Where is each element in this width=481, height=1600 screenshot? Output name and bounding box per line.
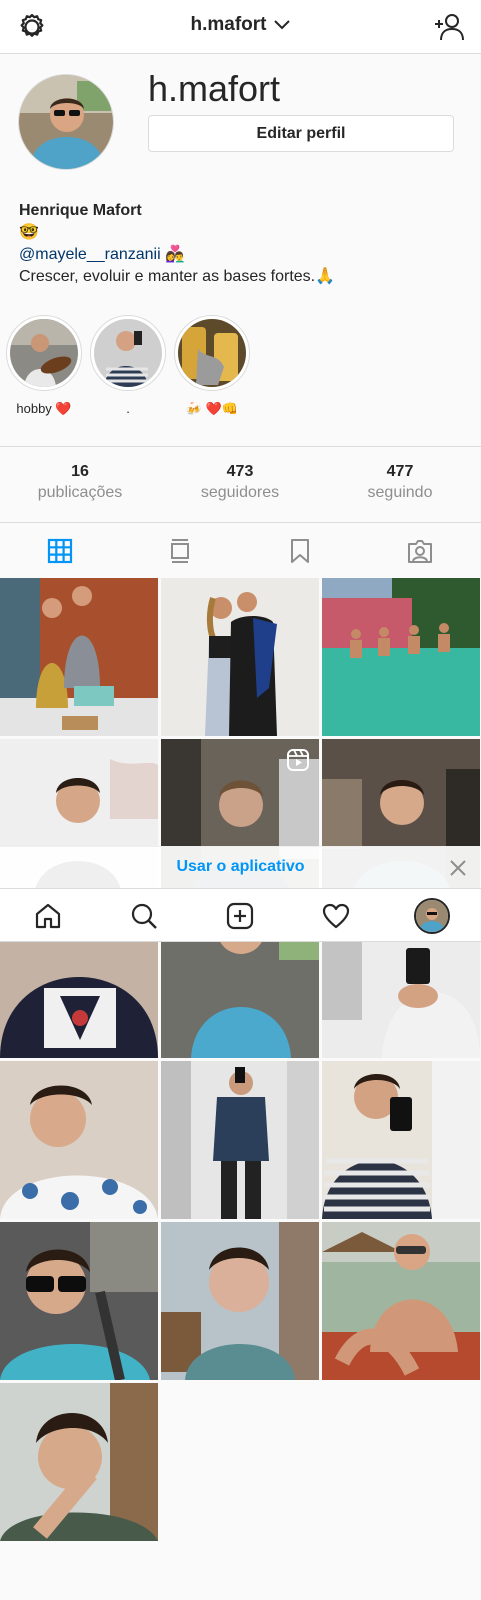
bottom-navigation [0, 888, 481, 942]
search-icon[interactable] [130, 902, 158, 930]
tagged-icon[interactable] [406, 537, 434, 565]
bio-emoji: 🤓 [19, 224, 39, 241]
stat-followers[interactable]: 473 seguidores [160, 463, 320, 502]
reel-icon [287, 749, 309, 771]
bio-mention-emoji: 👩‍❤️‍👨 [165, 246, 186, 263]
heart-icon[interactable] [322, 902, 350, 930]
profile-avatar[interactable] [18, 74, 114, 170]
bio-mention-link[interactable]: @mayele__ranzanii [19, 246, 161, 263]
add-user-icon[interactable] [433, 12, 465, 42]
stat-label: seguidores [200, 484, 280, 501]
post-thumbnail[interactable] [322, 578, 480, 736]
post-thumbnail[interactable] [161, 1061, 319, 1219]
edit-profile-button[interactable]: Editar perfil [148, 115, 454, 152]
highlight-image [10, 319, 78, 387]
post-thumbnail[interactable] [322, 1061, 480, 1219]
highlight-beer[interactable]: 🍻 ❤️👊 [174, 315, 250, 417]
stat-number: 16 [71, 463, 89, 480]
home-icon[interactable] [34, 902, 62, 930]
stat-following[interactable]: 477 seguindo [320, 463, 480, 502]
post-thumbnail[interactable] [161, 578, 319, 736]
top-bar: h.mafort [0, 0, 481, 54]
stat-number: 477 [386, 463, 414, 480]
post-thumbnail[interactable] [0, 1222, 158, 1380]
highlight-label: 🍻 ❤️👊 [185, 401, 239, 416]
profile-stats: 16 publicações 473 seguidores 477 seguin… [0, 446, 481, 522]
stat-label: seguindo [367, 484, 433, 501]
new-post-icon[interactable] [226, 902, 254, 930]
profile-username: h.mafort [148, 68, 281, 109]
igtv-icon[interactable] [166, 537, 194, 565]
highlight-label: . [126, 401, 130, 416]
highlight-label: hobby ❤️ [16, 401, 72, 416]
chevron-down-icon [273, 20, 290, 30]
stat-number: 473 [226, 463, 254, 480]
post-thumbnail[interactable] [161, 1222, 319, 1380]
post-thumbnail[interactable] [0, 1383, 158, 1541]
highlight-dot[interactable]: . [90, 315, 166, 416]
bio: Henrique Mafort 🤓 @mayele__ranzanii 👩‍❤️… [19, 200, 335, 288]
highlight-image [178, 319, 246, 387]
profile-avatar-nav[interactable] [414, 898, 450, 934]
post-thumbnail[interactable] [0, 1061, 158, 1219]
grid-icon[interactable] [46, 537, 74, 565]
bio-text: Crescer, evoluir e manter as bases forte… [19, 268, 336, 285]
account-switcher[interactable]: h.mafort [0, 14, 481, 36]
post-thumbnail[interactable] [322, 1222, 480, 1380]
full-name: Henrique Mafort [19, 202, 142, 219]
close-icon[interactable] [449, 859, 467, 877]
post-thumbnail[interactable] [0, 578, 158, 736]
use-app-link[interactable]: Usar o aplicativo [0, 858, 481, 876]
bookmark-icon[interactable] [286, 537, 314, 565]
highlight-image [94, 319, 162, 387]
stat-posts[interactable]: 16 publicações [0, 463, 160, 502]
highlight-hobby[interactable]: hobby ❤️ [6, 315, 82, 417]
topbar-username: h.mafort [190, 14, 267, 35]
stat-label: publicações [37, 484, 123, 501]
use-app-banner: Usar o aplicativo [0, 846, 481, 888]
profile-tabs [0, 522, 481, 578]
